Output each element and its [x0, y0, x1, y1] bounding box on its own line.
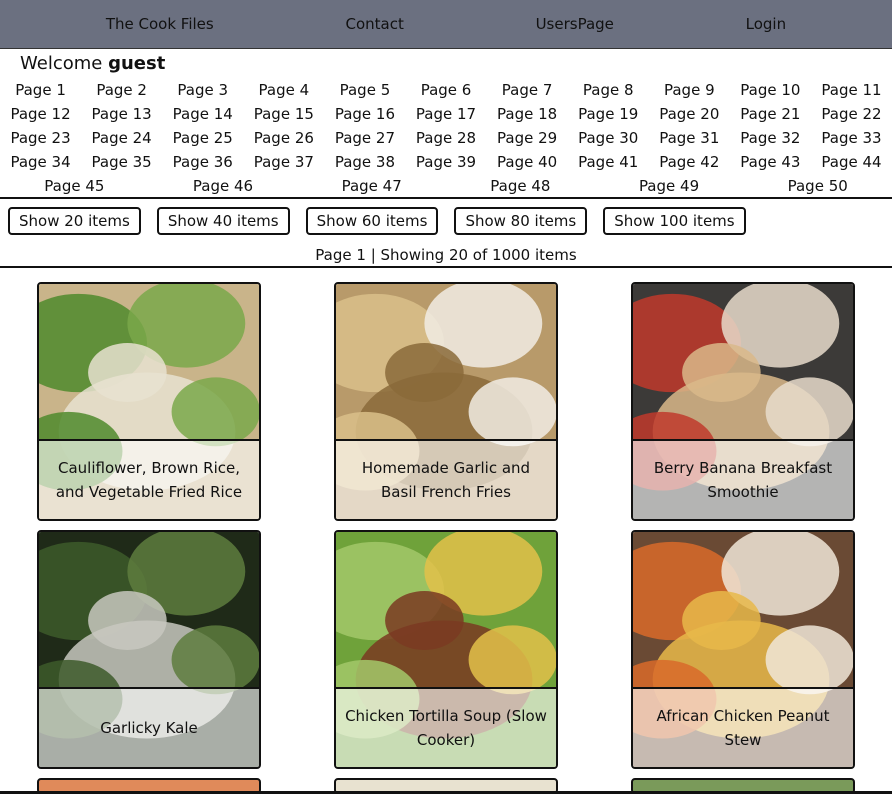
- page-link[interactable]: Page 48: [446, 177, 595, 195]
- page-link[interactable]: Page 7: [487, 81, 568, 99]
- page-link[interactable]: Page 45: [0, 177, 149, 195]
- recipe-card[interactable]: Cauliflower, Brown Rice, and Vegetable F…: [37, 282, 261, 521]
- page-row: Page 23 Page 24 Page 25 Page 26 Page 27 Page …: [0, 126, 892, 150]
- page-link[interactable]: Page 32: [730, 129, 811, 147]
- show-items-button[interactable]: Show 40 items: [156, 207, 290, 235]
- recipe-title: Cauliflower, Brown Rice, and Vegetable F…: [39, 439, 259, 519]
- recipe-card[interactable]: Berry Banana Breakfast Smoothie: [631, 282, 855, 521]
- page-link[interactable]: Page 44: [811, 153, 892, 171]
- page-link[interactable]: Page 20: [649, 105, 730, 123]
- page-link[interactable]: Page 50: [743, 177, 892, 195]
- page-link[interactable]: Page 27: [324, 129, 405, 147]
- page-link[interactable]: Page 15: [243, 105, 324, 123]
- page-row: Page 45 Page 46 Page 47 Page 48 Page 49 Page …: [0, 174, 892, 198]
- show-items-button[interactable]: Show 100 items: [603, 207, 746, 235]
- page-link[interactable]: Page 22: [811, 105, 892, 123]
- page-link[interactable]: Page 4: [243, 81, 324, 99]
- page-link[interactable]: Page 14: [162, 105, 243, 123]
- page-link[interactable]: Page 36: [162, 153, 243, 171]
- recipe-card[interactable]: Homemade Garlic and Basil French Fries: [334, 282, 558, 521]
- page-link[interactable]: Page 40: [487, 153, 568, 171]
- page-link[interactable]: Page 10: [730, 81, 811, 99]
- page-link[interactable]: Page 31: [649, 129, 730, 147]
- show-items-button[interactable]: Show 60 items: [305, 207, 439, 235]
- page-link[interactable]: Page 16: [324, 105, 405, 123]
- pagination: Page 1 Page 2 Page 3 Page 4 Page 5 Page 6 Page…: [0, 78, 892, 198]
- page-link[interactable]: Page 11: [811, 81, 892, 99]
- page-link[interactable]: Page 13: [81, 105, 162, 123]
- page-link[interactable]: Page 47: [297, 177, 446, 195]
- nav-login-link[interactable]: Login: [746, 15, 786, 33]
- recipe-card[interactable]: Chicken Tortilla Soup (Slow Cooker): [334, 530, 558, 769]
- page-link[interactable]: Page 3: [162, 81, 243, 99]
- page-link[interactable]: Page 49: [595, 177, 744, 195]
- page-link[interactable]: Page 38: [324, 153, 405, 171]
- top-navbar: The Cook Files Contact UsersPage Login: [0, 0, 892, 49]
- welcome-message: Welcome guest: [20, 53, 165, 74]
- page-row: Page 34 Page 35 Page 36 Page 37 Page 38 Page …: [0, 150, 892, 174]
- status-text: Page 1 | Showing 20 of 1000 items: [315, 246, 577, 264]
- divider: [0, 266, 892, 268]
- page-link[interactable]: Page 2: [81, 81, 162, 99]
- recipe-card[interactable]: African Chicken Peanut Stew: [631, 530, 855, 769]
- page-link[interactable]: Page 46: [149, 177, 298, 195]
- show-items-button[interactable]: Show 20 items: [8, 207, 141, 235]
- page-link[interactable]: Page 29: [487, 129, 568, 147]
- page-link[interactable]: Page 35: [81, 153, 162, 171]
- recipe-title: Berry Banana Breakfast Smoothie: [633, 439, 853, 519]
- page-link[interactable]: Page 18: [487, 105, 568, 123]
- page-link[interactable]: Page 9: [649, 81, 730, 99]
- recipe-title: Homemade Garlic and Basil French Fries: [336, 439, 556, 519]
- page-link[interactable]: Page 34: [0, 153, 81, 171]
- page-row: Page 1 Page 2 Page 3 Page 4 Page 5 Page 6 Page…: [0, 78, 892, 102]
- show-items-button[interactable]: Show 80 items: [454, 207, 588, 235]
- recipe-title: Chicken Tortilla Soup (Slow Cooker): [336, 687, 556, 767]
- nav-contact-link[interactable]: Contact: [345, 15, 403, 33]
- page-link[interactable]: Page 26: [243, 129, 324, 147]
- page-link[interactable]: Page 17: [405, 105, 486, 123]
- welcome-prefix: Welcome: [20, 53, 103, 74]
- nav-users-link[interactable]: UsersPage: [536, 15, 614, 33]
- page-link[interactable]: Page 25: [162, 129, 243, 147]
- page-link[interactable]: Page 43: [730, 153, 811, 171]
- page-link[interactable]: Page 41: [568, 153, 649, 171]
- page-link[interactable]: Page 19: [568, 105, 649, 123]
- page-link[interactable]: Page 21: [730, 105, 811, 123]
- page-link[interactable]: Page 5: [324, 81, 405, 99]
- recipe-title: African Chicken Peanut Stew: [633, 687, 853, 767]
- page-link[interactable]: Page 6: [405, 81, 486, 99]
- nav-brand-link[interactable]: The Cook Files: [106, 15, 214, 33]
- page-link[interactable]: Page 8: [568, 81, 649, 99]
- page-link[interactable]: Page 33: [811, 129, 892, 147]
- page-link[interactable]: Page 39: [405, 153, 486, 171]
- page-link[interactable]: Page 1: [0, 81, 81, 99]
- page-link[interactable]: Page 12: [0, 105, 81, 123]
- page-link[interactable]: Page 42: [649, 153, 730, 171]
- recipe-card[interactable]: Garlicky Kale: [37, 530, 261, 769]
- page-size-controls: Show 20 items Show 40 items Show 60 items S…: [8, 207, 746, 235]
- divider: [0, 197, 892, 199]
- page-link[interactable]: Page 30: [568, 129, 649, 147]
- page-link[interactable]: Page 37: [243, 153, 324, 171]
- recipe-title: Garlicky Kale: [39, 687, 259, 767]
- welcome-username: guest: [108, 53, 166, 74]
- page-link[interactable]: Page 24: [81, 129, 162, 147]
- page-link[interactable]: Page 28: [405, 129, 486, 147]
- page-link[interactable]: Page 23: [0, 129, 81, 147]
- page-row: Page 12 Page 13 Page 14 Page 15 Page 16 Page …: [0, 102, 892, 126]
